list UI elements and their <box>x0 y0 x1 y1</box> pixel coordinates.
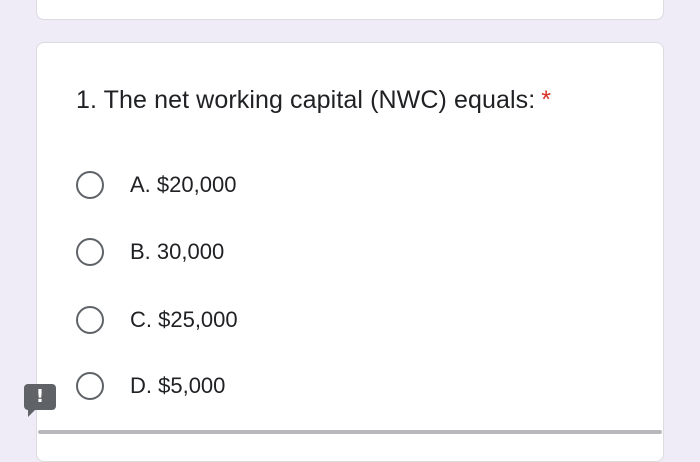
required-asterisk: * <box>541 86 552 114</box>
option-a[interactable]: A. $20,000 <box>76 167 236 203</box>
option-label-b: B. 30,000 <box>130 239 225 264</box>
radio-button-d[interactable] <box>76 372 104 400</box>
option-d[interactable]: D. $5,000 <box>76 368 225 404</box>
option-label-c: C. $25,000 <box>130 307 238 332</box>
scroll-indicator <box>38 430 662 434</box>
radio-button-c[interactable] <box>76 306 104 334</box>
option-b[interactable]: B. 30,000 <box>76 234 224 270</box>
radio-button-a[interactable] <box>76 171 104 199</box>
question-title: 1. The net working capital (NWC) equals:… <box>76 86 551 115</box>
option-label-d: D. $5,000 <box>130 373 226 398</box>
report-problem-button[interactable]: ! <box>24 384 56 417</box>
option-c[interactable]: C. $25,000 <box>76 302 238 338</box>
question-text: 1. The net working capital (NWC) equals: <box>76 86 536 114</box>
radio-button-b[interactable] <box>76 238 104 266</box>
previous-card <box>36 0 664 20</box>
exclamation-icon: ! <box>35 386 45 407</box>
option-label-a: A. $20,000 <box>130 172 237 197</box>
